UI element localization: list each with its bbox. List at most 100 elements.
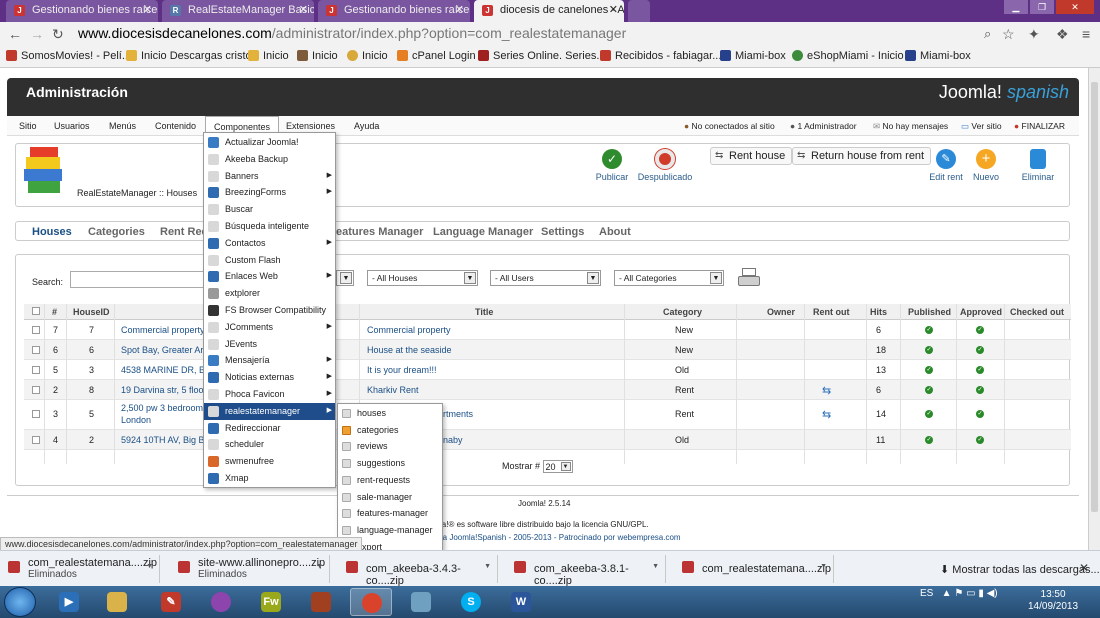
tab-language-manager[interactable]: Language Manager xyxy=(433,226,533,238)
unpublish-button[interactable]: Despublicado xyxy=(636,149,694,182)
realestate-submenu-item[interactable]: features-manager xyxy=(338,505,442,522)
realestate-submenu-item[interactable]: reviews xyxy=(338,438,442,455)
taskbar-word-icon[interactable]: W xyxy=(500,588,542,616)
row-checkbox[interactable] xyxy=(32,386,40,394)
close-icon[interactable]: ✕ xyxy=(455,3,464,16)
bookmark[interactable]: Inicio xyxy=(347,50,388,62)
house-address-link[interactable]: 4538 MARINE DR, Big xyxy=(121,365,212,375)
tab-about[interactable]: About xyxy=(599,226,631,238)
tab-features-manager[interactable]: eatures Manager xyxy=(336,226,423,238)
extension-icon[interactable]: ❖ xyxy=(1056,26,1069,43)
close-icon[interactable]: ✕ xyxy=(299,3,308,16)
house-title-link[interactable]: rtments xyxy=(443,409,473,419)
bookmark[interactable]: eShopMiami - Inicio xyxy=(792,50,904,62)
rent-out-icon[interactable]: ⇆ xyxy=(822,384,831,397)
components-menu-item[interactable]: Mensajería ▶ xyxy=(204,352,335,369)
house-address-link[interactable]: Spot Bay, Greater Ar xyxy=(121,345,203,355)
components-menu-item[interactable]: Phoca Favicon ▶ xyxy=(204,386,335,403)
components-menu-item[interactable]: Enlaces Web ▶ xyxy=(204,268,335,285)
limit-select[interactable]: 20 ▼ xyxy=(542,460,573,473)
published-check-icon[interactable]: ✓ xyxy=(925,386,933,394)
rent-out-icon[interactable]: ⇆ xyxy=(822,408,831,421)
reload-icon[interactable]: ↻ xyxy=(52,26,64,43)
url-input[interactable]: www.diocesisdecanelones.com/administrato… xyxy=(78,25,626,41)
back-icon[interactable]: ← xyxy=(8,26,22,42)
published-check-icon[interactable]: ✓ xyxy=(925,436,933,444)
star-icon[interactable]: ☆ xyxy=(1002,26,1015,43)
house-title-link[interactable]: Kharkiv Rent xyxy=(367,385,419,395)
house-title-link[interactable]: House at the seaside xyxy=(367,345,452,355)
page-scrollbar[interactable] xyxy=(1088,68,1100,550)
show-all-downloads[interactable]: ⬇ Mostrar todas las descargas... xyxy=(940,563,1100,576)
close-icon[interactable]: ✕ xyxy=(609,3,618,16)
forward-icon[interactable]: → xyxy=(30,26,44,42)
chevron-down-icon[interactable]: ▼ xyxy=(820,563,827,570)
menu-contenido[interactable]: Contenido xyxy=(155,121,196,131)
taskbar-skype-icon[interactable]: S xyxy=(450,588,492,616)
components-menu-item[interactable]: extplorer xyxy=(204,285,335,302)
search-input[interactable] xyxy=(70,271,220,288)
taskbar-fireworks-icon[interactable]: Fw xyxy=(250,588,292,616)
components-menu-item[interactable]: JComments ▶ xyxy=(204,319,335,336)
house-title-link[interactable]: Commercial property xyxy=(367,325,451,335)
components-menu-item[interactable]: Noticias externas ▶ xyxy=(204,369,335,386)
window-close-icon[interactable]: ✕ xyxy=(1056,0,1094,14)
realestate-submenu-item[interactable]: sale-manager xyxy=(338,489,442,506)
components-menu-item[interactable]: Xmap xyxy=(204,470,335,487)
approved-check-icon[interactable]: ✓ xyxy=(976,386,984,394)
close-icon[interactable]: ✕ xyxy=(1079,561,1089,575)
browser-tab[interactable]: R RealEstateManager Basic - ✕ xyxy=(162,0,314,22)
components-menu-item[interactable]: Custom Flash xyxy=(204,252,335,269)
download-item[interactable]: com_akeeba-3.8.1-co....zip ▼ xyxy=(506,555,666,587)
components-menu-item[interactable]: Redireccionar xyxy=(204,420,335,437)
users-filter[interactable]: - All Users ▼ xyxy=(490,270,601,286)
search-icon[interactable]: ⌕ xyxy=(984,26,991,42)
printer-icon[interactable] xyxy=(738,268,762,290)
menu-ayuda[interactable]: Ayuda xyxy=(354,121,379,131)
house-address-link[interactable]: 19 Darvina str, 5 floo xyxy=(121,385,204,395)
browser-tab[interactable]: J Gestionando bienes raíces ✕ xyxy=(6,0,158,22)
menu-extensiones[interactable]: Extensiones xyxy=(286,121,335,131)
taskbar-app-icon[interactable] xyxy=(300,588,342,616)
components-menu-item[interactable]: Banners ▶ xyxy=(204,168,335,185)
view-site-link[interactable]: ▭ Ver sitio xyxy=(961,121,1002,132)
components-menu-item[interactable]: realestatemanager ▶ xyxy=(204,402,335,420)
taskbar-app-icon[interactable]: ✎ xyxy=(150,588,192,616)
return-house-button[interactable]: ⇆ Return house from rent xyxy=(792,147,932,165)
bookmark[interactable]: Inicio xyxy=(297,50,338,62)
houses-filter[interactable]: - All Houses ▼ xyxy=(367,270,478,286)
chevron-down-icon[interactable]: ▼ xyxy=(316,563,323,570)
filter-select[interactable]: ▼ xyxy=(336,270,354,286)
minimize-icon[interactable]: ▁ xyxy=(1004,0,1028,14)
edit-rent-button[interactable]: ✎ Edit rent xyxy=(926,149,966,182)
components-menu-item[interactable]: Akeeba Backup xyxy=(204,151,335,168)
download-item[interactable]: com_realestatemana....zip Eliminados ▼ xyxy=(0,555,160,583)
start-button[interactable] xyxy=(4,587,36,617)
maximize-icon[interactable]: ❐ xyxy=(1030,0,1054,14)
new-button[interactable]: + Nuevo xyxy=(969,149,1003,182)
download-item[interactable]: com_realestatemana....zip ▼ xyxy=(674,555,834,583)
taskbar-media-icon[interactable]: ▶ xyxy=(48,588,90,616)
download-item[interactable]: site-www.allinonepro....zip Eliminados ▼ xyxy=(170,555,330,583)
components-menu-item[interactable]: Actualizar Joomla! xyxy=(204,134,335,151)
bookmark[interactable]: SomosMovies! - Pelí... xyxy=(6,50,131,62)
chevron-down-icon[interactable]: ▼ xyxy=(652,563,659,570)
row-checkbox[interactable] xyxy=(32,346,40,354)
components-menu-item[interactable]: Buscar xyxy=(204,201,335,218)
clock[interactable]: 13:50 14/09/2013 xyxy=(1028,589,1078,613)
realestate-submenu-item[interactable]: houses xyxy=(338,405,442,422)
menu-menus[interactable]: Menús xyxy=(109,121,136,131)
house-title-link[interactable]: It is your dream!!! xyxy=(367,365,437,375)
menu-icon[interactable]: ≡ xyxy=(1082,26,1090,42)
tab-houses[interactable]: Houses xyxy=(32,226,72,238)
bookmark[interactable]: Inicio Descargas cristo xyxy=(126,50,252,62)
chevron-down-icon[interactable]: ▼ xyxy=(484,563,491,570)
house-address-link[interactable]: 5924 10TH AV, Big B xyxy=(121,435,205,445)
row-checkbox[interactable] xyxy=(32,436,40,444)
approved-check-icon[interactable]: ✓ xyxy=(976,436,984,444)
realestate-submenu-item[interactable]: suggestions xyxy=(338,455,442,472)
tab-settings[interactable]: Settings xyxy=(541,226,584,238)
published-check-icon[interactable]: ✓ xyxy=(925,346,933,354)
chevron-down-icon[interactable]: ▼ xyxy=(146,563,153,570)
taskbar-chrome-icon[interactable] xyxy=(350,588,392,616)
